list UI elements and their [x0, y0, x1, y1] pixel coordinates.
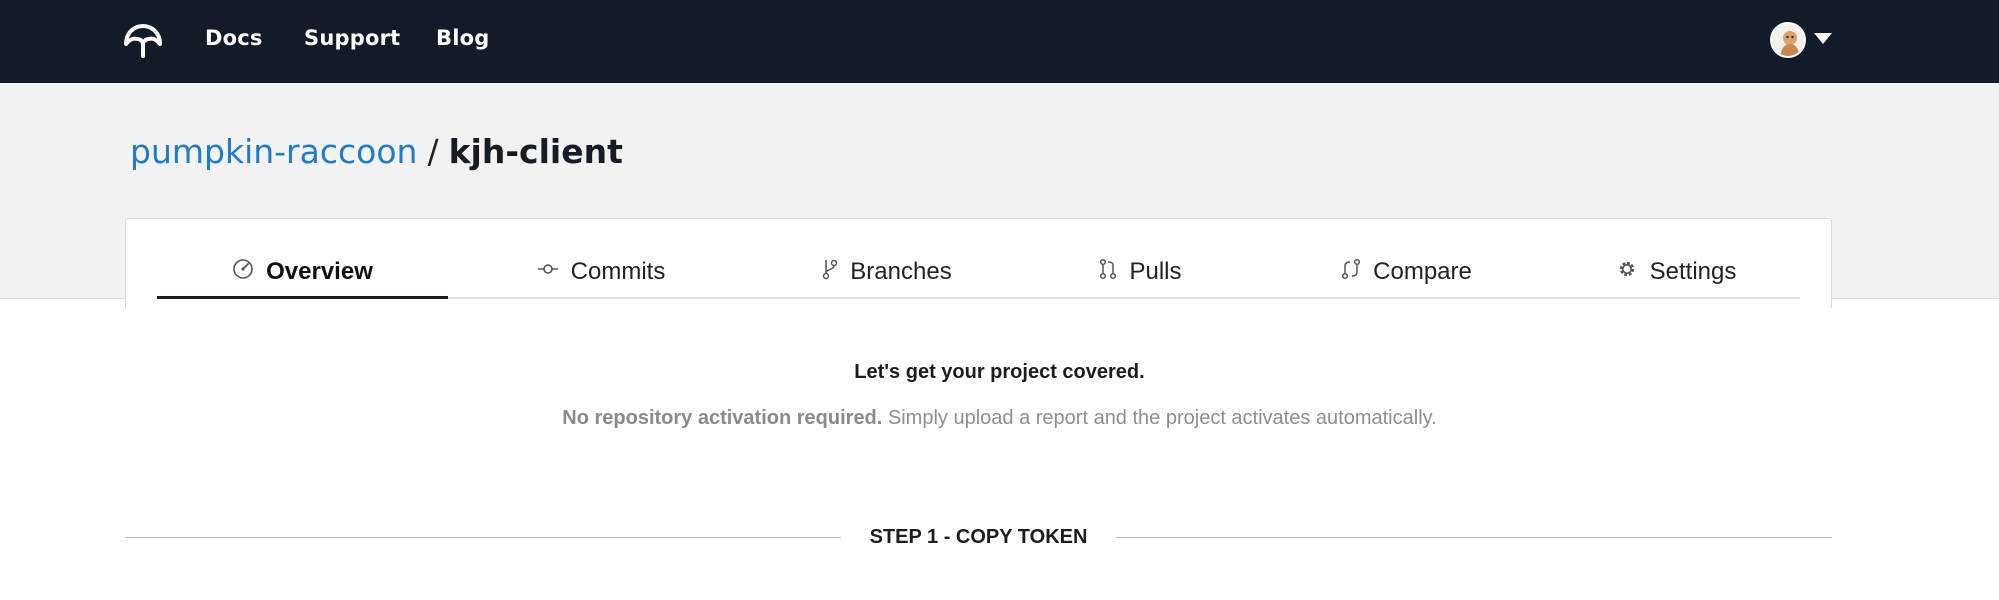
commit-icon: [537, 258, 571, 287]
nav-link-support[interactable]: Support: [304, 26, 400, 50]
gear-icon: [1616, 258, 1650, 287]
nav-link-blog[interactable]: Blog: [436, 26, 489, 50]
tab-compare[interactable]: Compare: [1261, 246, 1552, 298]
tab-label: Overview: [266, 258, 373, 285]
step-divider-right: [1116, 537, 1832, 538]
caret-down-icon[interactable]: [1814, 33, 1832, 44]
nav-link-docs[interactable]: Docs: [205, 26, 263, 50]
top-navbar: Docs Support Blog: [0, 0, 1999, 83]
tab-branches[interactable]: Branches: [754, 246, 1020, 298]
gauge-icon: [232, 258, 266, 287]
onboarding-subtext: No repository activation required. Simpl…: [0, 407, 1999, 430]
onboarding-subtext-rest: Simply upload a report and the project a…: [882, 407, 1437, 429]
user-avatar-icon[interactable]: [1770, 22, 1806, 58]
tab-label: Settings: [1649, 258, 1737, 285]
tab-settings[interactable]: Settings: [1552, 246, 1800, 298]
onboarding-subtext-bold: No repository activation required.: [562, 407, 883, 429]
compare-icon: [1341, 258, 1373, 287]
pull-request-icon: [1099, 258, 1129, 287]
tab-label: Compare: [1373, 258, 1472, 285]
tab-overview[interactable]: Overview: [157, 246, 448, 298]
codecov-logo-icon[interactable]: [122, 22, 164, 62]
breadcrumb-owner-link[interactable]: pumpkin-raccoon: [130, 132, 417, 171]
tab-label: Commits: [570, 258, 666, 285]
step-divider-left: [125, 537, 841, 538]
tab-pulls[interactable]: Pulls: [1020, 246, 1261, 298]
onboarding-headline: Let's get your project covered.: [854, 361, 1145, 383]
breadcrumb: pumpkin-raccoon / kjh-client: [130, 132, 623, 171]
active-tab-indicator: [157, 296, 448, 299]
tab-label: Pulls: [1129, 258, 1182, 285]
breadcrumb-repo-name: kjh-client: [448, 132, 623, 171]
breadcrumb-separator: /: [427, 132, 439, 171]
step-heading: STEP 1 - COPY TOKEN: [869, 526, 1088, 548]
branch-icon: [822, 258, 850, 287]
tab-label: Branches: [850, 258, 952, 285]
tab-commits[interactable]: Commits: [448, 246, 754, 298]
